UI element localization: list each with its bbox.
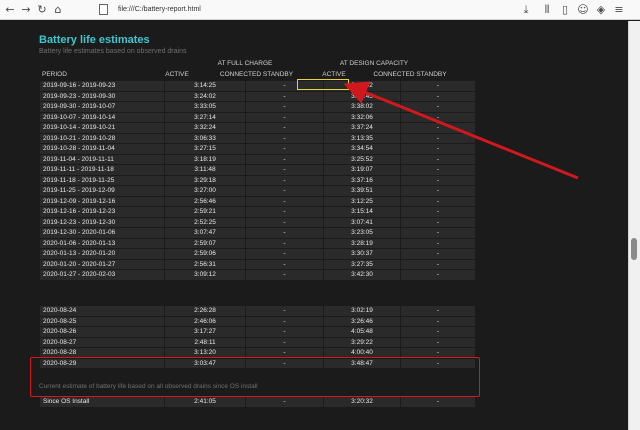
scrollbar-thumb[interactable] <box>631 238 637 260</box>
vertical-scrollbar[interactable] <box>628 21 640 430</box>
annotation-bracket <box>0 0 640 430</box>
